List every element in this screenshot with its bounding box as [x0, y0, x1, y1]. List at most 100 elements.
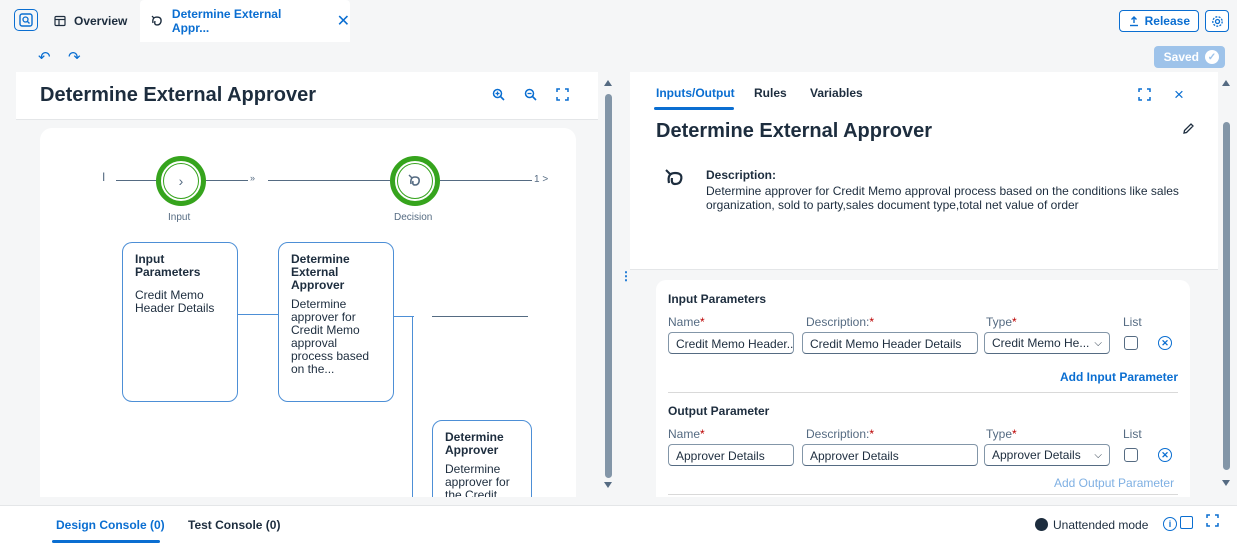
required-marker: * [700, 315, 705, 329]
type-column-label: Type* [986, 427, 1017, 441]
connector-line [412, 316, 413, 497]
list-column-label: List [1123, 315, 1142, 329]
diagram-panel: Determine External Approver I › » 1 > In… [16, 72, 598, 497]
zoom-in-icon[interactable] [492, 88, 505, 104]
info-icon[interactable]: i [1163, 517, 1177, 531]
check-icon: ✓ [1205, 50, 1219, 64]
input-node[interactable]: › [156, 156, 206, 206]
card-title: Input Parameters [135, 252, 201, 279]
minimize-console-icon[interactable] [1180, 516, 1193, 529]
tab-test-console[interactable]: Test Console (0) [188, 518, 280, 532]
details-title: Determine External Approver [656, 120, 933, 142]
required-marker: * [700, 427, 705, 441]
diagram-title: Determine External Approver [40, 84, 317, 106]
output-param-list-checkbox[interactable] [1124, 448, 1138, 462]
close-tab-icon[interactable]: ✕ [337, 11, 350, 31]
redo-icon[interactable]: ↷ [68, 48, 81, 66]
details-scrollbar[interactable] [1223, 122, 1230, 470]
description-column-label: Description:* [806, 315, 874, 329]
active-tab-indicator [654, 107, 734, 110]
select-value: Approver Details [992, 448, 1081, 462]
details-panel: × Determine External Approver Descriptio… [630, 72, 1218, 497]
connector-line [394, 316, 414, 317]
fit-to-screen-icon[interactable] [556, 88, 569, 104]
input-param-type-select[interactable]: Credit Memo He... ⌵ [984, 332, 1110, 354]
scroll-up-arrow[interactable] [1222, 80, 1230, 86]
tab-design-console[interactable]: Design Console (0) [56, 518, 165, 532]
undo-icon[interactable]: ↶ [38, 48, 51, 66]
tab-overview[interactable]: Overview [54, 0, 127, 42]
expand-console-icon[interactable] [1206, 514, 1219, 530]
connector-line [238, 314, 278, 315]
scroll-down-arrow[interactable] [604, 482, 612, 488]
settings-button[interactable] [1205, 10, 1229, 32]
app-icon [19, 13, 33, 27]
upload-icon [1129, 16, 1138, 27]
remove-output-param-icon[interactable]: ✕ [1158, 448, 1172, 462]
required-marker: * [1012, 427, 1017, 441]
name-column-label: Name* [668, 315, 705, 329]
output-parameter-title: Output Parameter [668, 404, 770, 418]
flow-card: I › » 1 > Input Decision Input Parameter… [40, 128, 576, 497]
required-marker: * [869, 315, 875, 329]
label-text: Name [668, 427, 701, 441]
console-bar: Design Console (0) Test Console (0) Unat… [0, 505, 1237, 543]
determine-external-approver-card[interactable]: Determine External Approver Determine ap… [278, 242, 394, 402]
flow-line [206, 180, 248, 181]
home-tab-button[interactable] [14, 9, 38, 31]
determine-approver-card[interactable]: Determine Approver Determine approver fo… [432, 420, 532, 497]
output-param-description-field[interactable]: Approver Details [802, 444, 978, 466]
label-text: Type [986, 427, 1013, 441]
section-divider [668, 494, 1178, 495]
tab-active-label: Determine External Appr... [171, 7, 282, 35]
flow-line [432, 316, 528, 317]
edit-pencil-icon[interactable] [1182, 122, 1195, 139]
zoom-out-icon[interactable] [524, 88, 537, 104]
saved-status-badge: Saved ✓ [1153, 46, 1225, 68]
description-label: Description: [706, 168, 777, 182]
release-button[interactable]: Release [1118, 10, 1199, 32]
select-value: Credit Memo He... [992, 336, 1090, 350]
name-column-label: Name* [668, 427, 705, 441]
required-marker: * [1012, 315, 1017, 329]
decision-rule-icon [397, 163, 433, 199]
output-param-name-field[interactable]: Approver Details [668, 444, 794, 466]
input-param-list-checkbox[interactable] [1124, 336, 1138, 350]
label-text: Name [668, 315, 701, 329]
input-node-label: Input [168, 212, 191, 223]
tab-variables[interactable]: Variables [810, 86, 863, 100]
input-param-name-field[interactable]: Credit Memo Header... [668, 332, 794, 354]
remove-input-param-icon[interactable]: ✕ [1158, 336, 1172, 350]
label-text: Description: [806, 315, 870, 329]
chevron-down-icon: ⌵ [1094, 337, 1102, 349]
card-title: Determine Approver [445, 430, 504, 457]
parameters-card: Input Parameters Name* Description:* Typ… [656, 280, 1190, 497]
output-param-type-select[interactable]: Approver Details ⌵ [984, 444, 1110, 466]
unattended-mode-icon [1035, 518, 1048, 531]
scroll-down-arrow[interactable] [1222, 480, 1230, 486]
details-tabs [630, 232, 1218, 270]
tab-rules[interactable]: Rules [754, 86, 787, 100]
tab-inputs-output[interactable]: Inputs/Output [656, 86, 735, 100]
chevron-down-icon: ⌵ [1094, 449, 1102, 461]
card-body: Credit Memo Header Details [135, 288, 215, 315]
flow-end-marker: 1 > [534, 174, 549, 185]
saved-label: Saved [1163, 50, 1199, 64]
diagram-scrollbar[interactable] [605, 94, 612, 478]
tab-overview-label: Overview [74, 14, 128, 28]
scroll-up-arrow[interactable] [604, 80, 612, 86]
label-text: Type [986, 315, 1013, 329]
decision-node[interactable] [390, 156, 440, 206]
input-param-description-field[interactable]: Credit Memo Header Details [802, 332, 978, 354]
required-marker: * [869, 427, 875, 441]
flow-chevrons: » [250, 173, 256, 183]
add-input-parameter-link[interactable]: Add Input Parameter [1060, 370, 1178, 384]
tab-determine-external-approver[interactable]: Determine External Appr... ✕ [140, 0, 350, 42]
section-divider [668, 392, 1178, 393]
add-output-parameter-link[interactable]: Add Output Parameter [1054, 476, 1174, 490]
close-panel-icon[interactable]: × [1174, 85, 1184, 105]
input-parameters-card[interactable]: Input Parameters Credit Memo Header Deta… [122, 242, 238, 402]
decision-rule-icon [664, 168, 688, 190]
flow-line [116, 180, 156, 181]
fullscreen-icon[interactable] [1138, 88, 1151, 104]
